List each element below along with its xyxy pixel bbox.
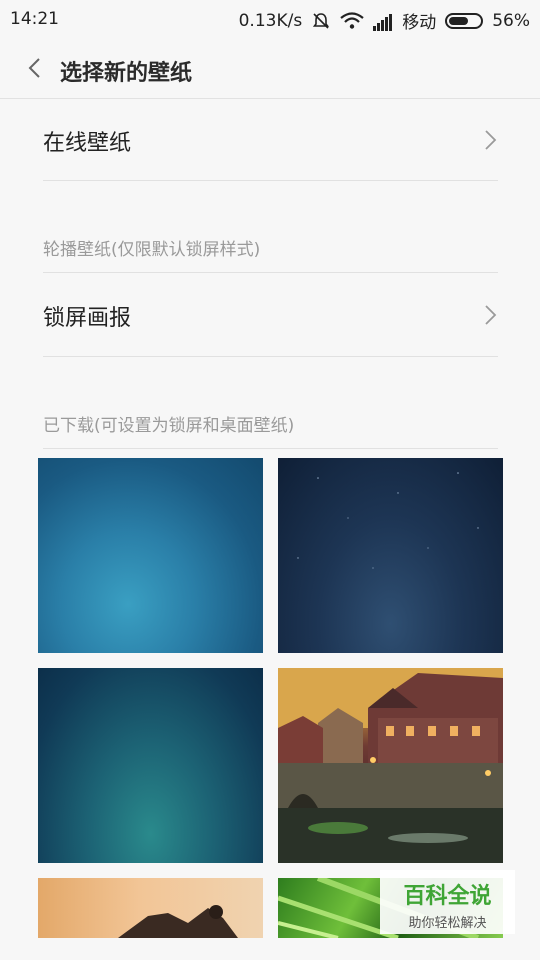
wallpaper-thumbnail-town[interactable] xyxy=(278,668,503,863)
chevron-right-icon xyxy=(485,130,497,150)
divider xyxy=(43,448,498,449)
wallpaper-thumbnail-teal[interactable] xyxy=(38,668,263,863)
signal-icon xyxy=(373,11,393,31)
divider xyxy=(43,356,498,357)
network-speed: 0.13K/s xyxy=(238,10,303,31)
watermark-title: 百科全说 xyxy=(403,884,492,909)
online-wallpaper-row[interactable]: 在线壁纸 xyxy=(43,125,498,165)
carousel-section-header: 轮播壁纸(仅限默认锁屏样式) xyxy=(43,240,261,260)
carrier-name: 移动 xyxy=(402,13,437,33)
stars-decoration xyxy=(297,472,479,569)
lockscreen-pictorial-label: 锁屏画报 xyxy=(43,306,132,331)
watermark-badge: 百科全说 助你轻松解决 xyxy=(380,870,515,934)
wallpaper-thumbnail-blue[interactable] xyxy=(38,458,263,653)
wifi-icon xyxy=(340,11,364,29)
bike-silhouette xyxy=(118,905,238,938)
battery-icon xyxy=(445,12,484,29)
wallpaper-thumbnail-bike[interactable] xyxy=(38,878,263,938)
battery-percent: 56% xyxy=(492,10,530,31)
lockscreen-pictorial-row[interactable]: 锁屏画报 xyxy=(43,300,498,340)
divider xyxy=(43,180,498,181)
title-bar: 选择新的壁纸 xyxy=(0,38,540,99)
chevron-right-icon xyxy=(485,305,497,325)
status-bar: 14:21 0.13K/s 移动 56% xyxy=(0,0,540,38)
page-title: 选择新的壁纸 xyxy=(60,61,193,86)
downloaded-section-header: 已下载(可设置为锁屏和桌面壁纸) xyxy=(43,416,295,436)
watermark-subtitle: 助你轻松解决 xyxy=(408,916,487,931)
divider xyxy=(43,272,498,273)
town-illustration xyxy=(278,668,503,863)
online-wallpaper-label: 在线壁纸 xyxy=(43,131,132,156)
back-arrow-icon[interactable] xyxy=(24,56,48,80)
wallpaper-thumbnail-night-sky[interactable] xyxy=(278,458,503,653)
mute-bell-icon xyxy=(313,12,330,29)
status-time: 14:21 xyxy=(10,9,59,29)
